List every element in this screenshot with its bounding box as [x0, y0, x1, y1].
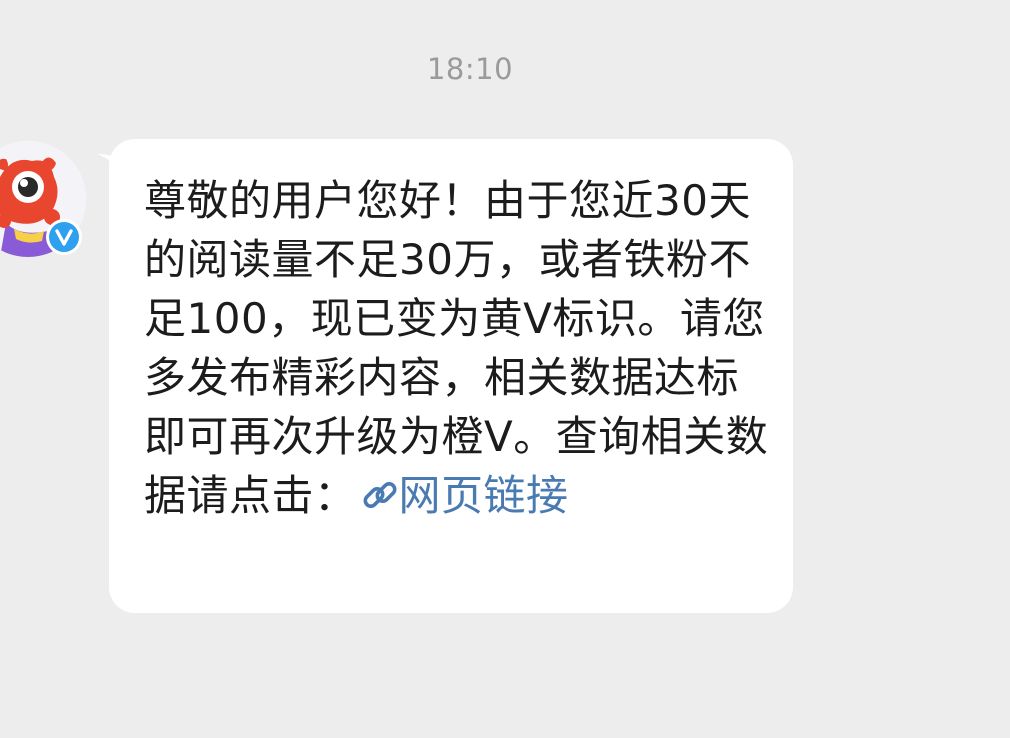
web-link[interactable]: 网页链接 [357, 471, 569, 520]
message-timestamp: 18:10 [426, 52, 514, 86]
message-bubble[interactable]: 尊敬的用户您好！由于您近30天的阅读量不足30万，或者铁粉不足100，现已变为黄… [109, 139, 793, 613]
verified-badge [46, 219, 82, 255]
message-body: 尊敬的用户您好！由于您近30天的阅读量不足30万，或者铁粉不足100，现已变为黄… [144, 171, 769, 525]
verified-v-badge-icon [49, 222, 79, 252]
web-link-label[interactable]: 网页链接 [399, 471, 569, 520]
message-text: 尊敬的用户您好！由于您近30天的阅读量不足30万，或者铁粉不足100，现已变为黄… [144, 176, 769, 520]
link-icon [363, 482, 396, 508]
chat-screen: 18:10 尊敬的用户您好！由于您近30天的阅读量不足30万，或者铁粉不足100… [0, 0, 1010, 738]
sender-avatar[interactable] [0, 141, 86, 257]
